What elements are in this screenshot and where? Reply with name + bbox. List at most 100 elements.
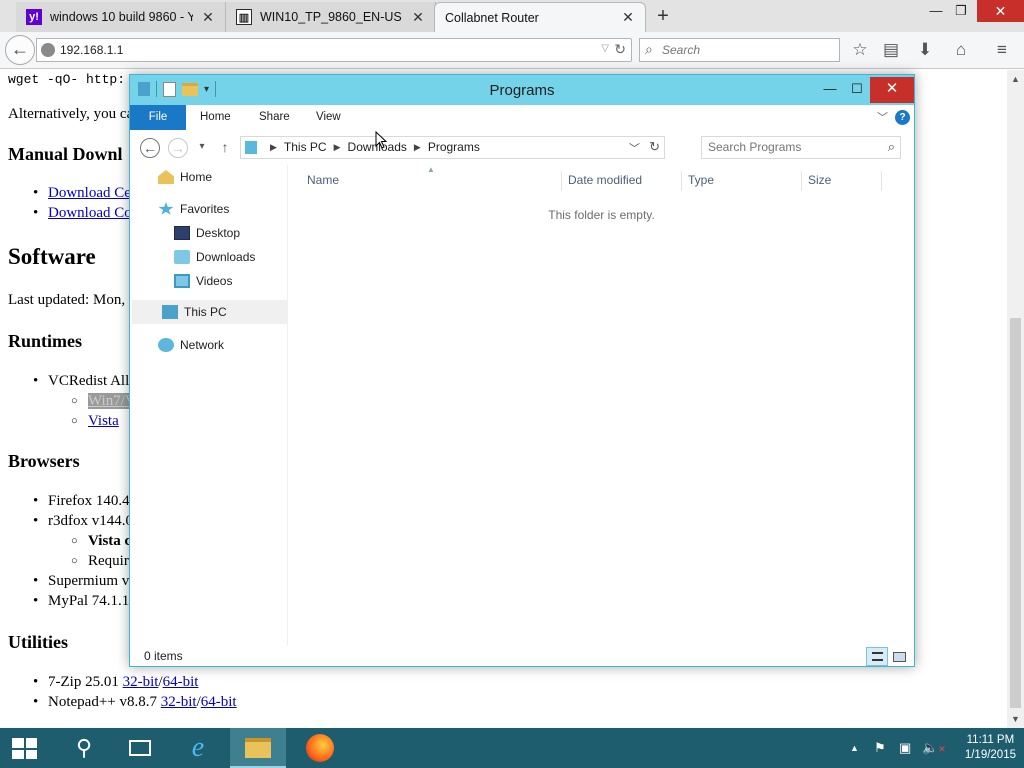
- nav-label: This PC: [184, 305, 227, 319]
- desktop-icon: [174, 226, 190, 240]
- start-button[interactable]: [0, 728, 50, 768]
- nav-item-this-pc[interactable]: This PC: [132, 300, 287, 324]
- explorer-search-input[interactable]: [708, 140, 878, 154]
- column-divider[interactable]: [561, 171, 562, 191]
- explorer-back-button[interactable]: ←: [140, 138, 160, 158]
- help-icon[interactable]: ?: [895, 110, 910, 125]
- column-divider[interactable]: [681, 171, 682, 191]
- internet-explorer-icon: e: [191, 732, 205, 763]
- column-divider[interactable]: [801, 171, 802, 191]
- download-link-1[interactable]: Download Ce: [48, 185, 131, 201]
- explorer-forward-button[interactable]: →: [168, 138, 188, 158]
- explorer-minimize-button[interactable]: —: [816, 77, 844, 103]
- url-dropdown-icon[interactable]: ▽: [601, 43, 609, 54]
- supermium-item: Supermium v: [33, 573, 129, 590]
- browser-search-box[interactable]: ⌕: [639, 38, 840, 62]
- details-view-button[interactable]: [866, 647, 888, 666]
- address-dropdown-icon[interactable]: ﹀: [629, 140, 640, 156]
- column-header-size[interactable]: Size: [808, 173, 831, 187]
- home-icon[interactable]: ⌂: [950, 39, 972, 61]
- column-header-date-modified[interactable]: Date modified: [568, 173, 642, 187]
- page-scrollbar[interactable]: ▲ ▼: [1007, 70, 1024, 728]
- nav-item-videos[interactable]: Videos: [174, 274, 232, 288]
- browser-tab-yahoo[interactable]: y! windows 10 build 9860 - Ya... ✕: [16, 2, 226, 32]
- tab-title: WIN10_TP_9860_EN-US dir...: [260, 10, 403, 24]
- close-tab-icon[interactable]: ✕: [201, 9, 215, 26]
- new-tab-button[interactable]: +: [652, 5, 674, 28]
- file-explorer-window: ▾ Programs — ☐ ✕ File Home Share View ﹀ …: [129, 74, 915, 667]
- windows-taskbar: ⚲ e ▲ ⚑ ▣ 🔈✕ 11:11 PM 1/19/2015: [0, 728, 1024, 768]
- vista-link[interactable]: Vista: [88, 413, 119, 429]
- file-explorer-taskbar-button[interactable]: [230, 728, 286, 768]
- nav-item-favorites[interactable]: Favorites: [158, 202, 229, 216]
- close-tab-icon[interactable]: ✕: [621, 9, 635, 26]
- expand-ribbon-icon[interactable]: ﹀: [877, 109, 888, 125]
- close-tab-icon[interactable]: ✕: [411, 9, 425, 26]
- close-window-button[interactable]: ✕: [977, 0, 1024, 22]
- reading-list-icon[interactable]: ▤: [880, 39, 902, 61]
- scroll-down-icon[interactable]: ▼: [1011, 714, 1020, 724]
- explorer-close-button[interactable]: ✕: [870, 77, 914, 103]
- reload-icon[interactable]: ↻: [614, 41, 626, 58]
- notepadpp-32bit-link[interactable]: 32-bit: [161, 694, 197, 710]
- column-header-name[interactable]: Name: [307, 173, 339, 187]
- url-bar[interactable]: 192.168.1.1 ▽ ↻: [36, 38, 632, 62]
- 7zip-32bit-link[interactable]: 32-bit: [123, 674, 159, 690]
- show-hidden-icons-icon[interactable]: ▲: [850, 743, 859, 753]
- explorer-address-bar[interactable]: ▶ This PC ▶ Downloads ▶ Programs ﹀ ↻: [240, 136, 665, 159]
- taskbar-clock[interactable]: 11:11 PM 1/19/2015: [965, 733, 1016, 763]
- url-text: 192.168.1.1: [60, 43, 124, 57]
- notepadpp-item: Notepad++ v8.8.7 32-bit/64-bit: [33, 694, 237, 711]
- refresh-icon[interactable]: ↻: [649, 139, 660, 155]
- item-count: 0 items: [144, 649, 183, 663]
- search-taskbar-button[interactable]: ⚲: [56, 728, 112, 768]
- breadcrumb-programs[interactable]: Programs: [428, 140, 480, 154]
- volume-muted-icon[interactable]: 🔈✕: [922, 740, 946, 756]
- browser-tab-win10-dir[interactable]: ▥ WIN10_TP_9860_EN-US dir... ✕: [226, 2, 436, 32]
- utilities-heading: Utilities: [8, 632, 68, 652]
- bookmark-star-icon[interactable]: ☆: [849, 39, 871, 61]
- firefox-taskbar-button[interactable]: [292, 728, 348, 768]
- restore-button[interactable]: ❐: [946, 0, 976, 22]
- back-button[interactable]: ←: [5, 35, 35, 65]
- ribbon-tab-share[interactable]: Share: [249, 105, 300, 130]
- nav-item-home[interactable]: Home: [158, 170, 212, 184]
- explorer-address-row: ← → ▾ ↑ ▶ This PC ▶ Downloads ▶ Programs…: [130, 130, 914, 165]
- explorer-title-bar[interactable]: ▾ Programs — ☐ ✕: [130, 75, 914, 105]
- network-status-icon[interactable]: ▣: [899, 740, 911, 756]
- column-header-type[interactable]: Type: [688, 173, 714, 187]
- menu-icon[interactable]: ≡: [991, 39, 1013, 61]
- tab-title: windows 10 build 9860 - Ya...: [50, 10, 193, 24]
- nav-label: Desktop: [196, 226, 241, 240]
- internet-explorer-taskbar-button[interactable]: e: [170, 728, 226, 768]
- notepadpp-64bit-link[interactable]: 64-bit: [201, 694, 237, 710]
- browser-tab-collabnet[interactable]: Collabnet Router ✕: [434, 2, 646, 32]
- nav-item-network[interactable]: Network: [158, 338, 224, 352]
- navigation-pane: Home Favorites Desktop Downloads Videos …: [130, 165, 288, 645]
- up-level-button[interactable]: ↑: [215, 138, 235, 158]
- scroll-up-icon[interactable]: ▲: [1011, 74, 1020, 84]
- this-pc-icon: [245, 140, 257, 154]
- scroll-thumb[interactable]: [1010, 318, 1021, 708]
- task-view-button[interactable]: [112, 728, 168, 768]
- breadcrumb-this-pc[interactable]: This PC: [284, 140, 327, 154]
- manual-download-heading: Manual Downl: [8, 144, 123, 164]
- 7zip-item: 7-Zip 25.01 32-bit/64-bit: [33, 674, 199, 691]
- 7zip-64bit-link[interactable]: 64-bit: [163, 674, 199, 690]
- large-icons-view-button[interactable]: [888, 647, 910, 666]
- explorer-maximize-button[interactable]: ☐: [843, 77, 871, 103]
- recent-locations-icon[interactable]: ▾: [192, 138, 212, 158]
- browser-search-input[interactable]: [662, 42, 832, 58]
- nav-item-downloads[interactable]: Downloads: [174, 250, 255, 264]
- ribbon-tab-home[interactable]: Home: [190, 105, 241, 130]
- wget-command: wget -qO- http:: [8, 72, 126, 87]
- download-link-2[interactable]: Download Co: [48, 205, 132, 221]
- column-divider[interactable]: [881, 171, 882, 191]
- file-list-pane[interactable]: ▲ Name Date modified Type Size This fold…: [289, 165, 914, 645]
- ribbon-tab-view[interactable]: View: [306, 105, 351, 130]
- ribbon-tab-file[interactable]: File: [130, 105, 186, 130]
- action-center-flag-icon[interactable]: ⚑: [874, 740, 886, 756]
- downloads-icon[interactable]: ⬇: [914, 39, 936, 61]
- nav-item-desktop[interactable]: Desktop: [174, 226, 240, 240]
- explorer-search-box[interactable]: ⌕: [701, 136, 901, 159]
